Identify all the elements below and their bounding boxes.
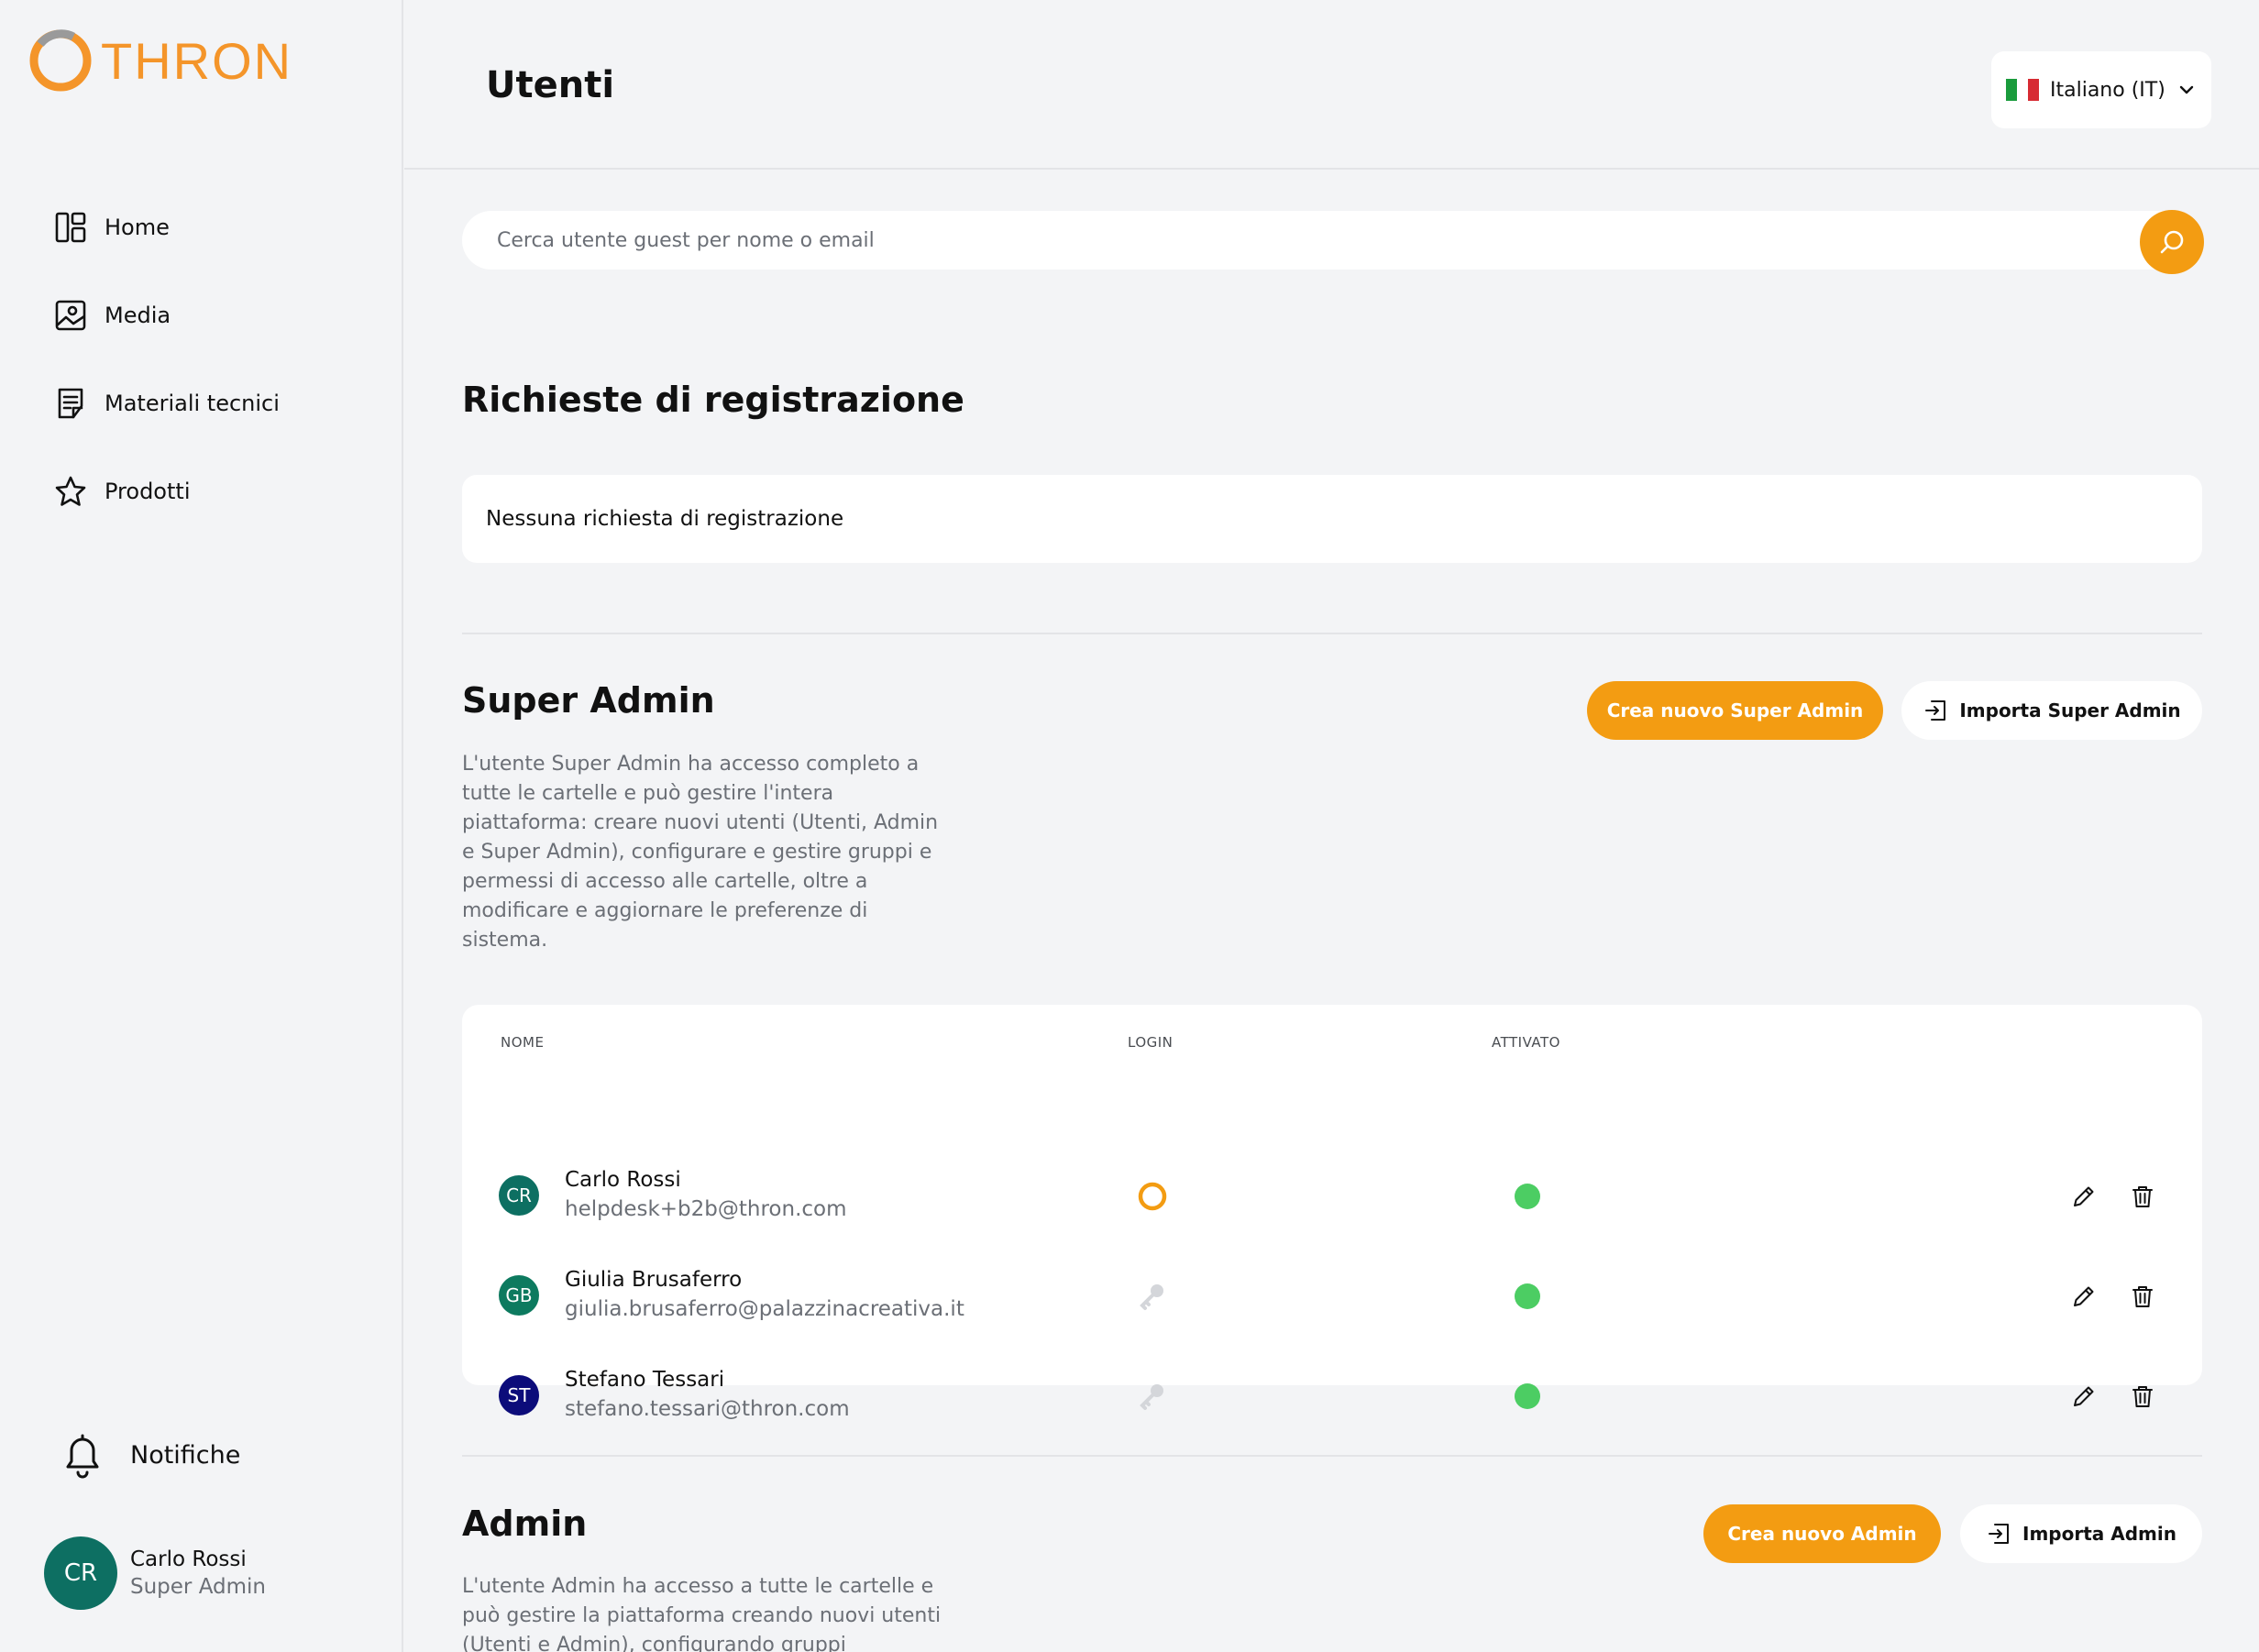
column-header-activated: ATTIVATO [1492, 1034, 1560, 1051]
sidebar-item-materiali-tecnici[interactable]: Materiali tecnici [53, 359, 280, 447]
super-admin-description: L'utente Super Admin ha accesso completo… [462, 753, 939, 952]
import-super-admin-label: Importa Super Admin [1959, 699, 2181, 721]
sidebar-nav: Home Media Materiali tecnici Prodotti [53, 183, 280, 535]
section-divider [462, 1455, 2202, 1457]
avatar: CR [499, 1175, 539, 1216]
column-header-name: NOME [501, 1034, 545, 1051]
trash-icon[interactable] [2129, 1382, 2156, 1410]
registration-empty-text: Nessuna richiesta di registrazione [486, 507, 844, 531]
user-name: Carlo Rossi [130, 1547, 247, 1571]
section-divider [462, 633, 2202, 634]
key-icon [1140, 1284, 1163, 1310]
sidebar-item-media[interactable]: Media [53, 271, 280, 359]
dashboard-icon [55, 212, 86, 243]
sidebar: THRON Home Media Materiali tecnici Prodo… [0, 0, 403, 1652]
sidebar-item-label: Materiali tecnici [105, 391, 280, 416]
trash-icon[interactable] [2129, 1283, 2156, 1310]
user-email: giulia.brusaferro@palazzinacreativa.it [565, 1297, 964, 1321]
create-admin-label: Crea nuovo Admin [1727, 1523, 1917, 1545]
sidebar-item-label: Home [105, 215, 170, 240]
language-label: Italiano (IT) [2050, 78, 2165, 102]
star-icon [55, 476, 86, 506]
thron-logo[interactable]: THRON [28, 28, 292, 94]
activated-status-dot [1515, 1184, 1540, 1209]
create-super-admin-label: Crea nuovo Super Admin [1606, 699, 1864, 721]
create-super-admin-button[interactable]: Crea nuovo Super Admin [1587, 681, 1883, 740]
avatar: CR [44, 1536, 117, 1610]
registration-section-title: Richieste di registrazione [462, 380, 964, 420]
user-email: stefano.tessari@thron.com [565, 1397, 850, 1421]
avatar: ST [499, 1375, 539, 1415]
trash-icon[interactable] [2129, 1183, 2156, 1210]
user-email: helpdesk+b2b@thron.com [565, 1197, 847, 1221]
import-admin-button[interactable]: Importa Admin [1960, 1504, 2202, 1563]
user-name: Giulia Brusaferro [565, 1268, 743, 1292]
search-icon [2160, 230, 2184, 254]
key-icon [1140, 1384, 1163, 1410]
notifications-label: Notifiche [130, 1440, 241, 1470]
image-icon [55, 300, 86, 331]
bell-icon [66, 1434, 99, 1479]
import-icon [1925, 700, 1946, 721]
notifications-button[interactable]: Notifiche [61, 1430, 240, 1480]
italy-flag-icon [2006, 79, 2039, 101]
search-button[interactable] [2140, 210, 2204, 274]
document-icon [58, 388, 83, 419]
sidebar-item-home[interactable]: Home [53, 183, 280, 271]
table-row[interactable]: GB Giulia Brusaferro giulia.brusaferro@p… [462, 1257, 2202, 1330]
import-icon [1989, 1524, 2010, 1544]
admin-section-title: Admin [462, 1503, 588, 1544]
search-input[interactable] [497, 228, 2055, 252]
registration-empty-state: Nessuna richiesta di registrazione [462, 475, 2202, 563]
avatar: GB [499, 1275, 539, 1316]
table-row[interactable]: ST Stefano Tessari stefano.tessari@thron… [462, 1357, 2202, 1430]
ring-icon [1138, 1182, 1167, 1211]
super-admin-section-title: Super Admin [462, 680, 715, 721]
current-user[interactable]: CR Carlo Rossi Super Admin [44, 1536, 266, 1610]
super-admin-table: NOME LOGIN ATTIVATO CR Carlo Rossi helpd… [462, 1005, 2202, 1421]
import-admin-label: Importa Admin [2022, 1523, 2176, 1545]
sidebar-item-label: Media [105, 303, 171, 328]
user-name: Carlo Rossi [565, 1168, 681, 1192]
user-role: Super Admin [130, 1575, 266, 1599]
topbar: Utenti Italiano (IT) [404, 0, 2259, 170]
column-header-login: LOGIN [1128, 1034, 1174, 1051]
activated-status-dot [1515, 1283, 1540, 1309]
page-title: Utenti [486, 64, 615, 106]
language-selector[interactable]: Italiano (IT) [1991, 51, 2211, 128]
logo-text: THRON [101, 31, 293, 90]
chevron-down-icon [2179, 85, 2193, 94]
edit-icon[interactable] [2070, 1382, 2098, 1410]
create-admin-button[interactable]: Crea nuovo Admin [1703, 1504, 1941, 1563]
admin-description: L'utente Admin ha accesso a tutte le car… [462, 1575, 942, 1652]
table-row[interactable]: CR Carlo Rossi helpdesk+b2b@thron.com [462, 1157, 2202, 1230]
edit-icon[interactable] [2070, 1183, 2098, 1210]
activated-status-dot [1515, 1383, 1540, 1409]
search-bar [462, 211, 2202, 270]
user-name: Stefano Tessari [565, 1368, 725, 1392]
edit-icon[interactable] [2070, 1283, 2098, 1310]
import-super-admin-button[interactable]: Importa Super Admin [1901, 681, 2202, 740]
sidebar-item-label: Prodotti [105, 479, 191, 504]
logo-ring-icon [29, 29, 92, 92]
sidebar-item-prodotti[interactable]: Prodotti [53, 447, 280, 535]
